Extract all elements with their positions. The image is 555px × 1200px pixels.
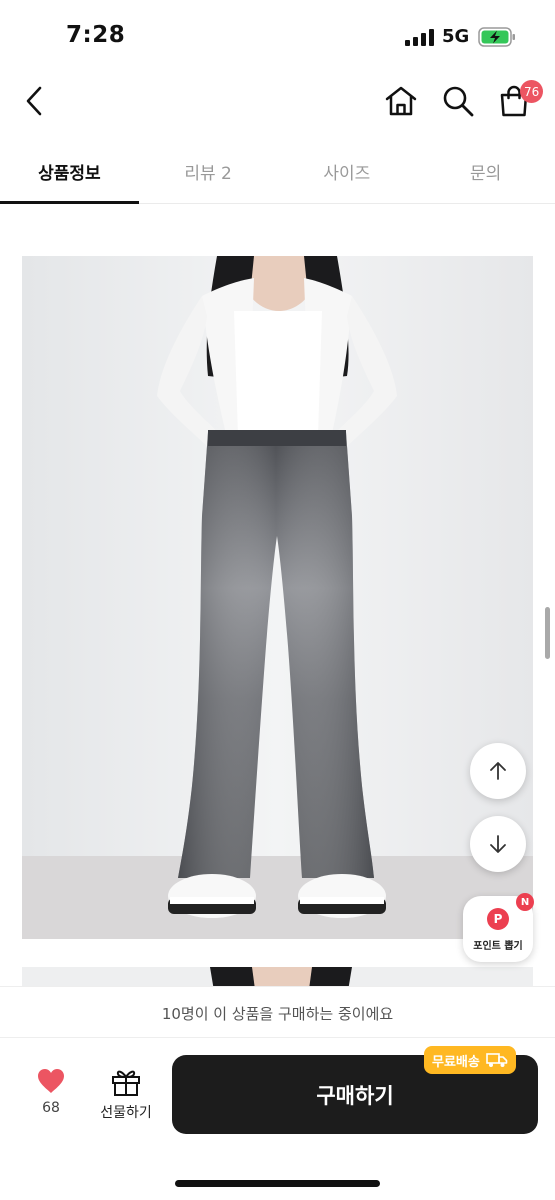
buying-now-notice: 10명이 이 상품을 구매하는 중이에요 (0, 986, 555, 1038)
gift-label: 선물하기 (100, 1105, 152, 1121)
like-button[interactable]: 68 (22, 1068, 80, 1116)
truck-icon (486, 1053, 508, 1067)
new-badge: N (516, 893, 534, 911)
point-draw-label: 포인트 뽑기 (473, 941, 523, 952)
page-scrollbar[interactable] (545, 607, 550, 659)
gift-button[interactable]: 선물하기 (92, 1068, 160, 1122)
product-tabs: 상품정보 리뷰 2 사이즈 문의 (0, 140, 555, 204)
point-icon: P (487, 908, 509, 930)
home-icon (385, 86, 417, 116)
point-draw-button[interactable]: P N 포인트 뽑기 (463, 893, 534, 962)
chevron-left-icon (26, 86, 42, 116)
free-shipping-label: 무료배송 (432, 1054, 480, 1070)
tab-reviews[interactable]: 리뷰 2 (139, 140, 278, 203)
tab-product-info[interactable]: 상품정보 (0, 140, 139, 204)
tab-inquiry[interactable]: 문의 (416, 140, 555, 203)
home-button[interactable] (381, 80, 421, 122)
home-indicator (175, 1180, 380, 1187)
gift-icon (112, 1070, 140, 1096)
status-bar: 7:28 5G (0, 0, 555, 70)
scroll-up-button[interactable] (470, 743, 526, 799)
product-image (22, 256, 533, 939)
tab-size[interactable]: 사이즈 (278, 140, 417, 203)
free-shipping-badge: 무료배송 (424, 1046, 516, 1074)
arrow-down-icon (490, 835, 506, 853)
search-icon (443, 86, 474, 117)
arrow-up-icon (490, 762, 506, 780)
status-time: 7:28 (66, 22, 126, 48)
signal-icon (405, 29, 435, 46)
like-count: 68 (42, 1100, 60, 1116)
battery-charging-icon (478, 27, 515, 47)
search-button[interactable] (438, 80, 478, 122)
back-button[interactable] (14, 80, 54, 122)
heart-icon (38, 1069, 64, 1093)
scroll-down-button[interactable] (470, 816, 526, 872)
top-header (0, 72, 555, 132)
network-label: 5G (442, 26, 470, 47)
